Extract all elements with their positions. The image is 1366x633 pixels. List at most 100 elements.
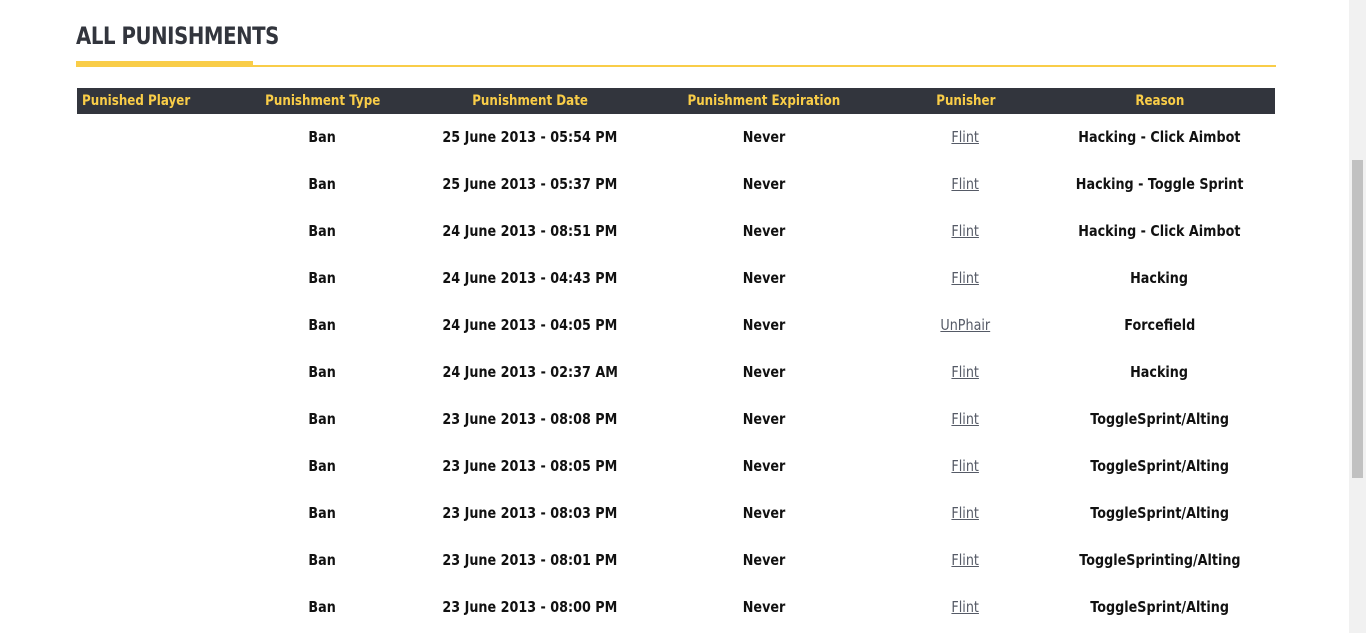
section-title: ALL PUNISHMENTS <box>76 22 279 50</box>
cell-reason: Hacking <box>1130 268 1189 287</box>
table-row: Ban 23 June 2013 - 08:01 PM Never Flint … <box>77 536 1275 583</box>
cell-player <box>77 457 226 475</box>
table-header: Punished Player Punishment Type Punishme… <box>77 88 1275 114</box>
cell-expiration: Never <box>742 268 786 287</box>
cell-expiration: Never <box>742 597 786 616</box>
cell-reason: ToggleSprinting/Alting <box>1078 550 1241 569</box>
punisher-link[interactable]: UnPhair <box>940 316 990 334</box>
cell-type: Ban <box>308 409 336 428</box>
punisher-link[interactable]: Flint <box>952 175 980 193</box>
cell-type: Ban <box>308 128 336 146</box>
table-row: Ban 25 June 2013 - 05:54 PM Never Flint … <box>77 114 1275 160</box>
punisher-link[interactable]: Flint <box>952 222 980 240</box>
cell-reason: ToggleSprint/Alting <box>1090 597 1229 616</box>
cell-player <box>77 175 226 193</box>
vertical-scrollbar[interactable] <box>1349 0 1366 633</box>
punisher-link[interactable]: Flint <box>952 363 980 381</box>
cell-expiration: Never <box>742 221 786 240</box>
cell-expiration: Never <box>742 128 786 146</box>
cell-punisher: Flint <box>887 363 1045 381</box>
cell-type: Ban <box>308 268 336 287</box>
cell-expiration: Never <box>742 174 786 193</box>
cell-reason: ToggleSprint/Alting <box>1090 503 1229 522</box>
table-row: Ban 23 June 2013 - 08:05 PM Never Flint … <box>77 442 1275 489</box>
cell-punisher: UnPhair <box>887 316 1045 334</box>
cell-punisher: Flint <box>887 269 1045 287</box>
title-divider <box>76 65 1276 67</box>
cell-reason: Hacking - Click Aimbot <box>1078 128 1241 146</box>
cell-type: Ban <box>308 221 336 240</box>
cell-date: 25 June 2013 - 05:37 PM <box>442 174 618 193</box>
table-row: Ban 23 June 2013 - 08:00 PM Never Flint … <box>77 583 1275 630</box>
cell-punisher: Flint <box>887 128 1045 146</box>
header-punishment-date: Punishment Date <box>472 93 589 109</box>
header-punished-player: Punished Player <box>82 93 191 109</box>
cell-player <box>77 222 226 240</box>
cell-player <box>77 363 226 381</box>
cell-reason: Forcefield <box>1124 315 1196 334</box>
cell-player <box>77 598 226 616</box>
table-row: Ban 24 June 2013 - 02:37 AM Never Flint … <box>77 348 1275 395</box>
title-accent-underline <box>76 61 253 67</box>
cell-date: 24 June 2013 - 04:05 PM <box>442 315 618 334</box>
table-row: Ban 23 June 2013 - 08:03 PM Never Flint … <box>77 489 1275 536</box>
cell-type: Ban <box>308 503 336 522</box>
cell-punisher: Flint <box>887 410 1045 428</box>
cell-player <box>77 128 226 146</box>
cell-reason: Hacking - Click Aimbot <box>1078 221 1241 240</box>
punisher-link[interactable]: Flint <box>952 128 980 146</box>
cell-date: 25 June 2013 - 05:54 PM <box>442 128 618 146</box>
page: ALL PUNISHMENTS Punished Player Punishme… <box>0 0 1366 633</box>
cell-reason: Hacking - Toggle Sprint <box>1075 174 1244 193</box>
cell-player <box>77 316 226 334</box>
cell-date: 24 June 2013 - 02:37 AM <box>442 362 619 381</box>
table-row: Ban 25 June 2013 - 05:37 PM Never Flint … <box>77 160 1275 207</box>
cell-expiration: Never <box>742 315 786 334</box>
table-body: Ban 25 June 2013 - 05:54 PM Never Flint … <box>77 114 1275 630</box>
cell-expiration: Never <box>742 503 786 522</box>
cell-punisher: Flint <box>887 551 1045 569</box>
cell-type: Ban <box>308 174 336 193</box>
cell-expiration: Never <box>742 362 786 381</box>
cell-date: 23 June 2013 - 08:03 PM <box>442 503 618 522</box>
cell-reason: ToggleSprint/Alting <box>1090 409 1229 428</box>
cell-date: 24 June 2013 - 04:43 PM <box>442 268 618 287</box>
punisher-link[interactable]: Flint <box>952 598 980 616</box>
cell-punisher: Flint <box>887 222 1045 240</box>
table-row: Ban 24 June 2013 - 04:05 PM Never UnPhai… <box>77 301 1275 348</box>
punisher-link[interactable]: Flint <box>952 504 980 522</box>
cell-player <box>77 504 226 522</box>
cell-type: Ban <box>308 550 336 569</box>
cell-player <box>77 410 226 428</box>
cell-reason: ToggleSprint/Alting <box>1090 456 1229 475</box>
table-row: Ban 24 June 2013 - 08:51 PM Never Flint … <box>77 207 1275 254</box>
cell-date: 24 June 2013 - 08:51 PM <box>442 221 618 240</box>
cell-date: 23 June 2013 - 08:05 PM <box>442 456 618 475</box>
punisher-link[interactable]: Flint <box>952 551 980 569</box>
punisher-link[interactable]: Flint <box>952 269 980 287</box>
cell-expiration: Never <box>742 409 786 428</box>
punishments-table: Punished Player Punishment Type Punishme… <box>77 88 1275 630</box>
cell-date: 23 June 2013 - 08:00 PM <box>442 597 618 616</box>
cell-expiration: Never <box>742 550 786 569</box>
punisher-link[interactable]: Flint <box>952 410 980 428</box>
header-punishment-type: Punishment Type <box>264 93 380 109</box>
cell-reason: Hacking <box>1130 362 1189 381</box>
header-reason: Reason <box>1135 93 1185 109</box>
cell-type: Ban <box>308 597 336 616</box>
cell-punisher: Flint <box>887 457 1045 475</box>
cell-expiration: Never <box>742 456 786 475</box>
cell-date: 23 June 2013 - 08:01 PM <box>442 550 618 569</box>
cell-punisher: Flint <box>887 598 1045 616</box>
header-punisher: Punisher <box>935 93 995 109</box>
table-row: Ban 23 June 2013 - 08:08 PM Never Flint … <box>77 395 1275 442</box>
cell-date: 23 June 2013 - 08:08 PM <box>442 409 618 428</box>
cell-type: Ban <box>308 456 336 475</box>
cell-punisher: Flint <box>887 175 1045 193</box>
scrollbar-thumb[interactable] <box>1352 160 1363 478</box>
table-row: Ban 24 June 2013 - 04:43 PM Never Flint … <box>77 254 1275 301</box>
cell-player <box>77 269 226 287</box>
punisher-link[interactable]: Flint <box>952 457 980 475</box>
header-punishment-expiration: Punishment Expiration <box>687 93 841 109</box>
cell-player <box>77 551 226 569</box>
